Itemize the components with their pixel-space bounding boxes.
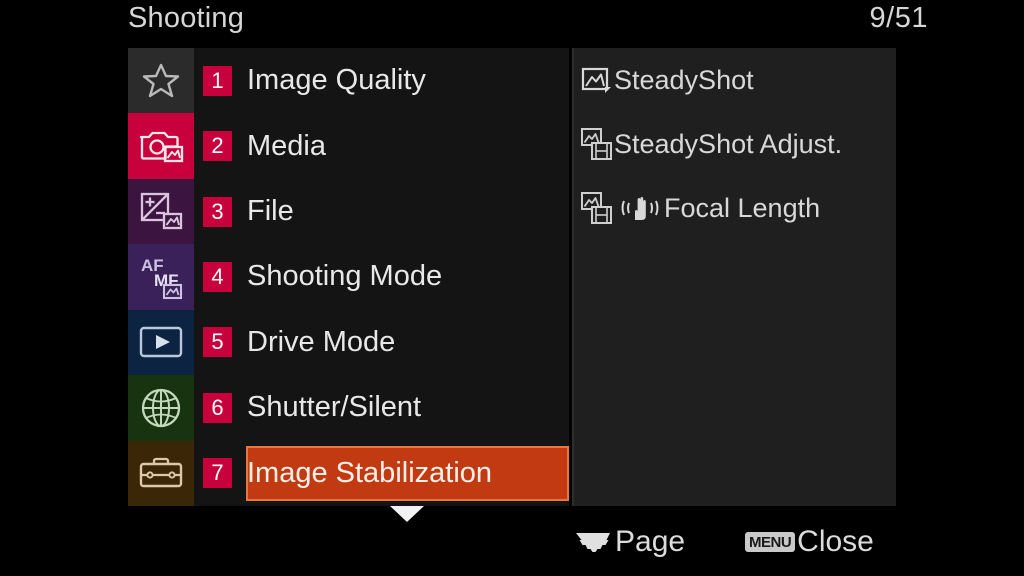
menu-item-number: 6	[203, 392, 232, 423]
menu-list: 1 Image Quality 2 Media 3 File 4 Shootin…	[194, 48, 569, 506]
sub-item-label: Focal Length	[664, 192, 821, 223]
menu-button-badge: MENU	[745, 532, 796, 552]
page-title: Shooting	[128, 2, 245, 34]
page-control[interactable]: Page	[574, 525, 685, 559]
sub-item-steadyshot[interactable]: SteadyShot	[574, 48, 896, 112]
tab-exposure[interactable]	[128, 178, 194, 245]
tab-setup[interactable]	[128, 440, 194, 506]
hand-shake-icon	[618, 192, 662, 224]
star-icon	[141, 61, 181, 101]
close-label: Close	[797, 525, 874, 558]
photo-movie-icon	[580, 127, 614, 161]
menu-item-image-stabilization[interactable]: 7 Image Stabilization	[194, 441, 569, 506]
menu-item-label: Shooting Mode	[247, 260, 443, 293]
menu-item-shooting-mode[interactable]: 4 Shooting Mode	[194, 244, 569, 309]
header: Shooting 9/51	[0, 0, 1024, 48]
tab-shooting[interactable]	[128, 113, 194, 179]
menu-item-label: Image Quality	[247, 64, 426, 97]
tab-network[interactable]	[128, 375, 194, 441]
menu-item-label: Shutter/Silent	[247, 391, 422, 424]
close-control[interactable]: MENU Close	[745, 525, 874, 559]
menu-item-image-quality[interactable]: 1 Image Quality	[194, 48, 569, 113]
tab-focus[interactable]: AF MF	[128, 244, 194, 310]
menu-item-shutter-silent[interactable]: 6 Shutter/Silent	[194, 375, 569, 440]
menu-item-label: File	[247, 195, 294, 228]
menu-item-number: 4	[203, 261, 232, 292]
photo-movie-icon	[580, 191, 614, 225]
globe-icon	[140, 387, 182, 429]
tab-favorites[interactable]	[128, 48, 194, 114]
tab-rail: AF MF	[128, 48, 194, 506]
control-wheel-icon	[574, 527, 612, 558]
menu-item-label: Drive Mode	[247, 325, 396, 358]
page-label: Page	[615, 525, 686, 558]
menu-item-label: Media	[247, 129, 326, 162]
sub-item-label: SteadyShot	[614, 64, 754, 95]
tab-playback[interactable]	[128, 309, 194, 376]
menu-item-number: 7	[203, 458, 232, 489]
menu-item-file[interactable]: 3 File	[194, 179, 569, 244]
af-mf-icon: AF MF	[138, 254, 184, 300]
exposure-icon	[139, 191, 183, 233]
svg-text:MF: MF	[154, 271, 179, 290]
menu-item-label: Image Stabilization	[247, 456, 493, 489]
playback-icon	[138, 325, 184, 359]
menu-item-number: 5	[203, 327, 232, 358]
sub-item-steadyshot-adjust[interactable]: SteadyShot Adjust.	[574, 112, 896, 176]
camera-icon	[138, 125, 184, 167]
toolbox-icon	[138, 456, 184, 490]
menu-item-number: 3	[203, 196, 232, 227]
menu-item-drive-mode[interactable]: 5 Drive Mode	[194, 310, 569, 375]
menu-item-number: 1	[203, 65, 232, 96]
sub-item-focal-length[interactable]: Focal Length	[574, 176, 896, 240]
bottom-bar: Page MENU Close	[0, 506, 1024, 576]
menu-item-media[interactable]: 2 Media	[194, 113, 569, 178]
camera-menu-screen: Shooting 9/51 AF MF 1 Image Quality 2 Me…	[0, 0, 1024, 576]
sub-item-label: SteadyShot Adjust.	[614, 128, 843, 159]
page-indicator: 9/51	[869, 2, 928, 34]
sub-menu-panel: SteadyShot SteadyShot Adjust. Focal Leng…	[572, 48, 896, 506]
menu-item-number: 2	[203, 131, 232, 162]
photo-icon	[580, 65, 614, 95]
